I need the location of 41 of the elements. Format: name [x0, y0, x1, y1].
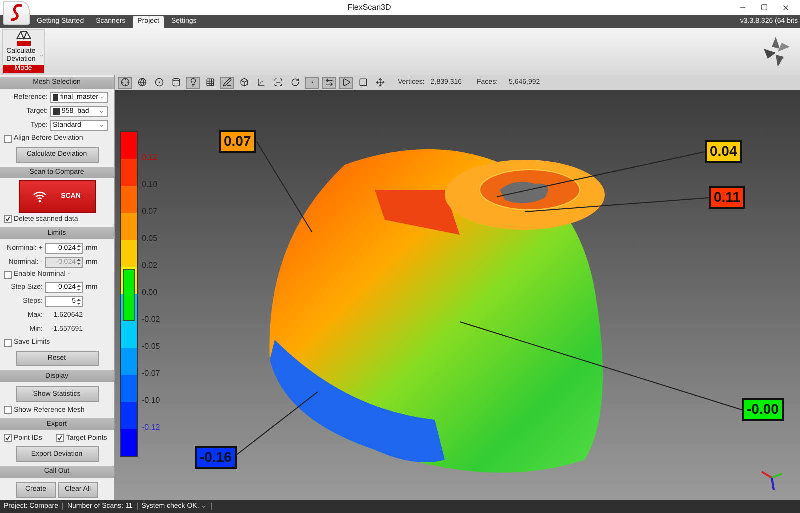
pen-icon[interactable]: [220, 76, 234, 88]
legend-tick-label: 0.00: [142, 287, 159, 299]
checkbox[interactable]: [4, 270, 12, 279]
window-title: FlexScan3D: [346, 3, 392, 12]
target-icon[interactable]: [118, 76, 132, 88]
checkbox[interactable]: [4, 215, 12, 224]
spinner-arrows-icon[interactable]: [77, 244, 81, 252]
legend-tick-label: 0.12: [142, 152, 159, 164]
checkbox[interactable]: [56, 434, 64, 442]
checkbox[interactable]: [4, 434, 12, 442]
callout-label: 0.07: [219, 130, 256, 153]
range-marker: [123, 269, 135, 321]
legend-tick-label: -0.02: [142, 314, 160, 326]
checkbox[interactable]: [4, 338, 12, 347]
caret-icon: [99, 122, 105, 129]
legend-tick-label: 0.05: [142, 233, 159, 245]
callout-label: 0.11: [709, 186, 746, 209]
checkbox[interactable]: [4, 406, 12, 414]
deviation-icon[interactable]: [14, 30, 34, 47]
arrows-icon[interactable]: [322, 76, 336, 88]
app-logo-icon: [3, 1, 30, 25]
wifi-icon: [33, 190, 48, 203]
maximize-icon[interactable]: [761, 4, 768, 11]
brand-logo-icon: [762, 34, 792, 68]
legend-tick-label: -0.12: [142, 422, 160, 434]
close-icon[interactable]: [782, 4, 790, 12]
legend-tick-label: -0.10: [142, 395, 160, 407]
legend-tick-label: -0.07: [142, 368, 160, 380]
lightbulb-icon[interactable]: [186, 76, 200, 88]
legend-tick-label: -0.05: [142, 341, 160, 353]
checkbox[interactable]: [4, 134, 12, 143]
spinner-arrows-icon[interactable]: [77, 284, 81, 292]
caret-icon: [201, 504, 208, 510]
callout-label: 0.04: [705, 140, 742, 163]
callout-label: -0.16: [195, 446, 237, 469]
legend-tick-label: 0.02: [142, 260, 159, 272]
play-icon[interactable]: [339, 76, 353, 88]
caret-icon: [99, 108, 105, 115]
caret-icon: [100, 94, 105, 101]
spinner-arrows-icon[interactable]: [77, 298, 81, 306]
callout-label: -0.00: [742, 398, 784, 421]
